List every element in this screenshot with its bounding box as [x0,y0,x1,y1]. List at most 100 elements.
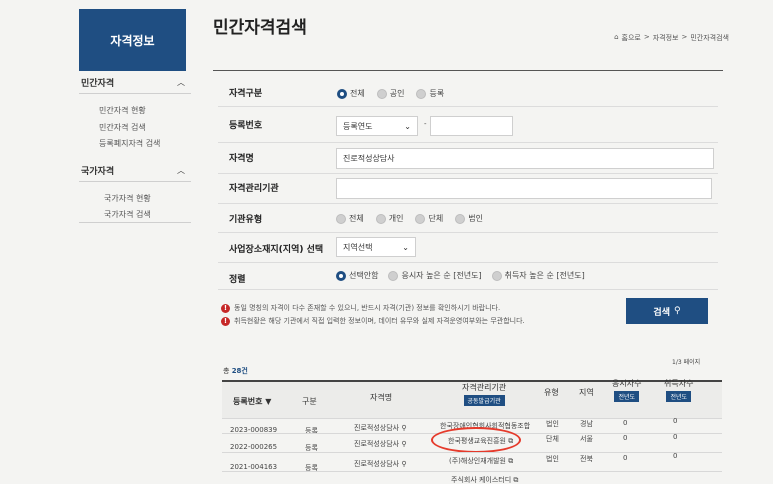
breadcrumb: ⌂ 홈으로 > 자격정보 > 민간자격검색 [614,33,729,43]
search-button-label: 검색 [653,307,670,318]
sort-radio-applicants[interactable]: 응시자 높은 순 [전년도] [388,270,482,281]
orgtype-radio-group-org[interactable]: 단체 [415,213,443,224]
sidebar-section-label: 국가자격 [81,167,115,177]
col-kind: 구분 [302,397,317,406]
type-label: 자격구분 [229,89,263,99]
radio-icon [375,213,386,224]
sidebar-divider [79,222,191,223]
breadcrumb-info[interactable]: 자격정보 [653,33,679,43]
name-input[interactable]: 진로적성상담사 [336,148,714,169]
sort-radio-none[interactable]: 선택안함 [336,270,378,281]
cell-applicants: 0 [623,419,628,427]
orgtype-radio-group: 전체 개인 단체 법인 [336,213,483,224]
cell-name[interactable]: 진로적성상담사 ⚲ [354,423,406,433]
sidebar-section-label: 민간자격 [81,79,115,89]
search-button[interactable]: 검색 ⚲ [626,298,708,324]
type-radio-group: 전체 공인 등록 [337,88,444,99]
col-region: 지역 [579,388,594,397]
cell-org-text: 주식회사 케이스터디 [451,476,512,484]
org-input[interactable] [336,178,712,199]
regno-dash: - [424,120,427,128]
cell-org[interactable]: (주)해상인재개발원 ⧉ [449,456,513,466]
form-divider [218,173,718,174]
result-total: 총 28건 [223,366,248,376]
type-radio-official[interactable]: 공인 [376,88,405,99]
form-divider [218,289,718,290]
sort-radio-acquirers[interactable]: 취득자 높은 순 [전년도] [491,270,585,281]
notice-text: 취득현황은 해당 기관에서 직접 입력한 정보이며, 데이터 유무와 실제 자격… [234,317,525,325]
col-regno[interactable]: 등록번호 ▼ [233,396,271,407]
form-divider [218,262,718,263]
search-icon: ⚲ [401,424,407,432]
radio-label: 취득자 높은 순 [전년도] [504,271,585,280]
cell-region: 경남 [580,420,593,428]
warning-icon: ! [221,316,230,326]
breadcrumb-current: 민간자격검색 [690,34,729,42]
cell-name-text: 진로적성상담사 [354,424,400,432]
sidebar-item-private-status[interactable]: 민간자격 현황 [99,105,146,116]
radio-label: 응시자 높은 순 [전년도] [401,271,482,280]
sidebar-item-national-status[interactable]: 국가자격 현황 [104,193,151,204]
sidebar-item-national-search[interactable]: 국가자격 검색 [104,209,151,220]
orgtype-radio-individual[interactable]: 개인 [375,213,403,224]
cell-orgtype: 단체 [546,435,559,443]
region-select[interactable]: 지역선택 ⌄ [336,237,416,257]
type-radio-all[interactable]: 전체 [337,88,365,99]
cell-name[interactable]: 진로적성상담사 ⚲ [354,439,406,449]
cell-name[interactable]: 진로적성상담사 ⚲ [354,459,406,469]
external-link-icon: ⧉ [508,457,514,465]
breadcrumb-home[interactable]: 홈으로 [622,33,641,43]
col-org: 자격관리기관 공동발급기관 [462,382,506,406]
col-acquirers: 취득자수 전년도 [664,378,693,402]
org-label: 자격관리기관 [229,184,279,194]
radio-checked-icon [336,270,346,281]
regno-input[interactable] [430,116,513,136]
region-label: 사업장소재지(지역) 선택 [229,245,324,255]
radio-label: 단체 [428,214,444,223]
name-label: 자격명 [229,154,254,164]
radio-icon [388,270,399,281]
sidebar-section-national[interactable]: 국가자격 ︿ [79,164,191,182]
radio-label: 공인 [389,89,405,98]
home-icon: ⌂ [614,33,619,41]
radio-icon [415,213,426,224]
cell-acquirers: 0 [673,433,678,441]
table-row-divider [222,452,722,453]
radio-label: 등록 [429,89,445,98]
type-radio-registered[interactable]: 등록 [416,88,444,99]
orgtype-radio-all[interactable]: 전체 [336,213,364,224]
cell-org[interactable]: 주식회사 케이스터디 ⧉ [451,475,518,484]
cell-orgtype: 법인 [546,455,559,463]
notice-duplicate-names: ! 동일 명칭의 자격이 다수 존재할 수 있으니, 반드시 자격(기관) 정보… [221,303,500,313]
radio-icon [336,213,346,224]
sidebar-item-abolished-search[interactable]: 등록폐지자격 검색 [99,138,160,149]
breadcrumb-separator: > [681,33,688,41]
select-value: 등록연도 [343,121,373,131]
cell-regno: 2021-004163 [230,463,278,471]
orgtype-label: 기관유형 [229,215,263,225]
table-row-divider [222,471,722,472]
form-divider [218,142,718,143]
chevron-down-icon: ⌄ [402,242,409,252]
regno-label: 등록번호 [229,121,263,131]
breadcrumb-separator: > [643,33,650,41]
radio-icon [455,213,466,224]
orgtype-radio-corporation[interactable]: 법인 [455,213,483,224]
form-divider [218,203,718,204]
table-row-divider [222,418,722,419]
radio-checked-icon [337,88,347,99]
cell-name-text: 진로적성상담사 [354,440,400,448]
cell-kind: 등록 [305,427,318,435]
col-name: 자격명 [370,393,393,402]
sidebar-item-private-search[interactable]: 민간자격 검색 [99,122,146,133]
search-icon: ⚲ [401,440,407,448]
sidebar-section-private[interactable]: 민간자격 ︿ [79,76,191,94]
co-issuer-badge: 공동발급기관 [463,395,505,406]
col-acquirers-label: 취득자수 [664,379,694,388]
sort-radio-group: 선택안함 응시자 높은 순 [전년도] 취득자 높은 순 [전년도] [336,270,585,281]
sidebar-header: 자격정보 [79,9,186,71]
search-icon: ⚲ [401,460,407,468]
regno-year-select[interactable]: 등록연도 ⌄ [336,116,418,136]
cell-regno: 2022-000265 [230,443,278,451]
chevron-down-icon: ⌄ [404,121,411,131]
